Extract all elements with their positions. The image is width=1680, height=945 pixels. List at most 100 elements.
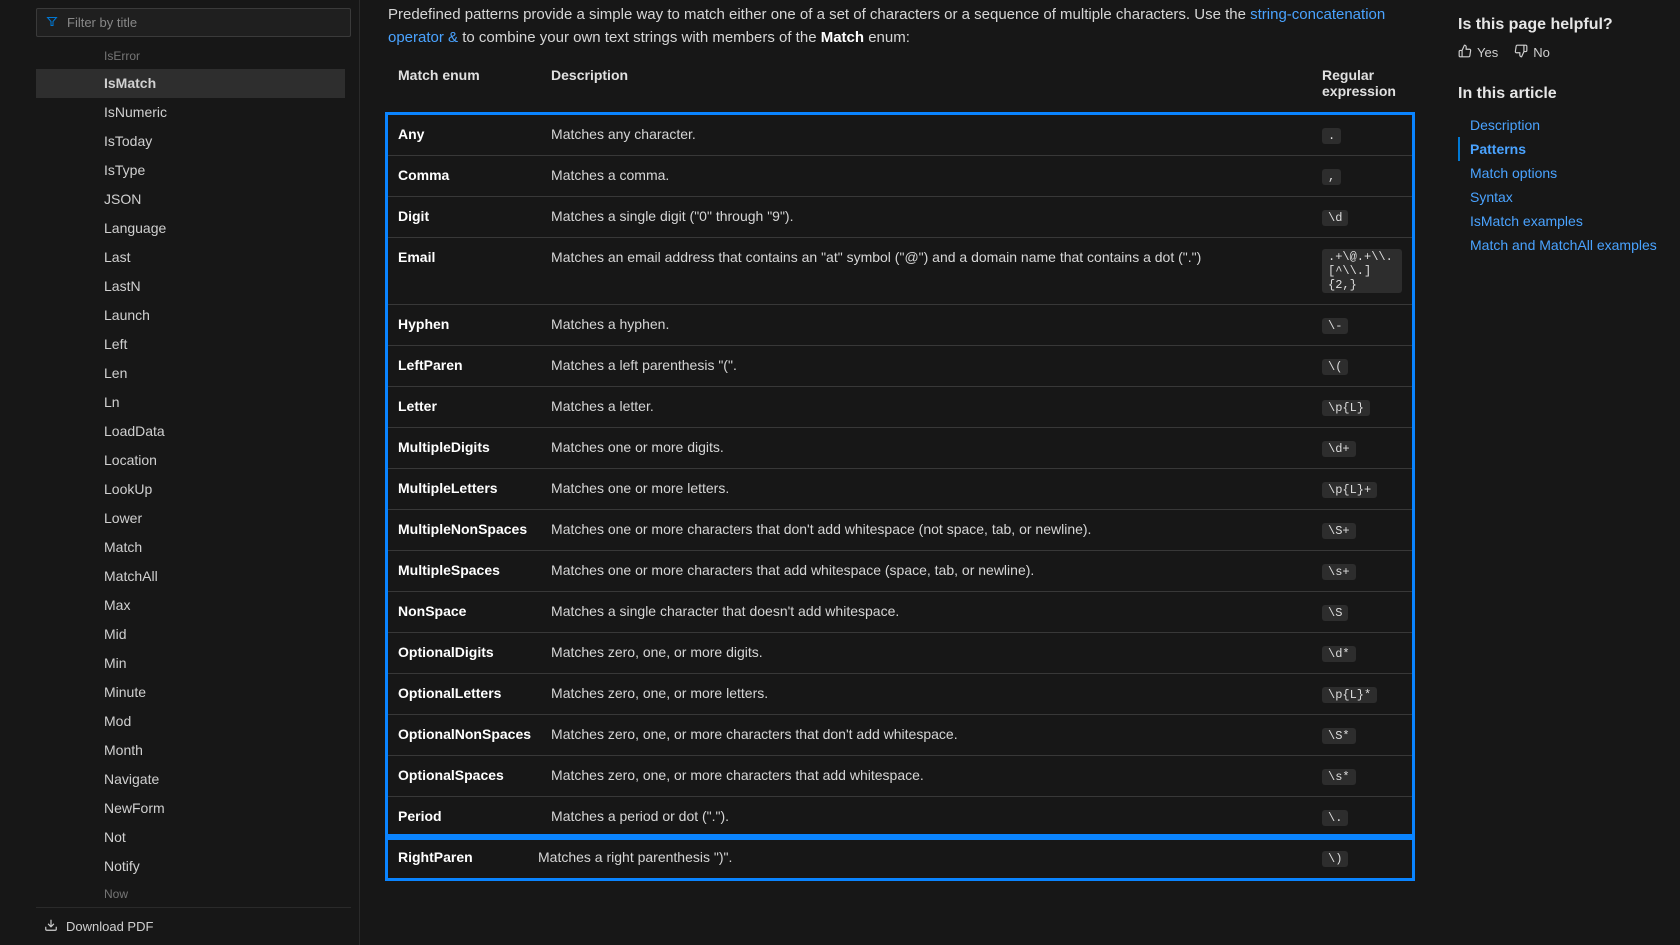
no-label: No bbox=[1533, 45, 1550, 60]
thumbs-up-icon bbox=[1458, 44, 1472, 61]
nav-item[interactable]: Launch bbox=[36, 301, 345, 330]
nav-item[interactable]: Ln bbox=[36, 388, 345, 417]
enum-cell: Digit bbox=[388, 197, 541, 238]
nav-item[interactable]: NewForm bbox=[36, 794, 345, 823]
table-row: HyphenMatches a hyphen.\- bbox=[388, 305, 1412, 346]
header-regex: Regular expression bbox=[1312, 63, 1412, 115]
table-row: CommaMatches a comma., bbox=[388, 156, 1412, 197]
enum-cell: MultipleDigits bbox=[388, 428, 541, 469]
desc-cell: Matches a single digit ("0" through "9")… bbox=[541, 197, 1312, 238]
regex-code: \d bbox=[1322, 210, 1348, 226]
nav-item[interactable]: Min bbox=[36, 649, 345, 678]
nav-item[interactable]: Left bbox=[36, 330, 345, 359]
desc-cell: Matches a letter. bbox=[541, 387, 1312, 428]
enum-cell: NonSpace bbox=[388, 592, 541, 633]
nav-scroll[interactable]: IsErrorIsMatchIsNumericIsTodayIsTypeJSON… bbox=[36, 43, 351, 907]
regex-code: \) bbox=[1322, 851, 1348, 867]
main-content: Predefined patterns provide a simple way… bbox=[360, 0, 1440, 945]
toc-item[interactable]: Match options bbox=[1458, 161, 1662, 185]
regex-cell: \S* bbox=[1312, 715, 1412, 756]
download-pdf-button[interactable]: Download PDF bbox=[36, 907, 351, 945]
regex-cell: \p{L}+ bbox=[1312, 469, 1412, 510]
toc-item[interactable]: Match and MatchAll examples bbox=[1458, 233, 1662, 257]
nav-item[interactable]: LastN bbox=[36, 272, 345, 301]
regex-cell: \) bbox=[1312, 837, 1412, 878]
enum-cell: LeftParen bbox=[388, 346, 541, 387]
enum-cell: Any bbox=[388, 115, 541, 156]
table-row: MultipleSpacesMatches one or more charac… bbox=[388, 551, 1412, 592]
table-row: MultipleDigitsMatches one or more digits… bbox=[388, 428, 1412, 469]
regex-cell: \d+ bbox=[1312, 428, 1412, 469]
nav-item[interactable]: Last bbox=[36, 243, 345, 272]
desc-cell: Matches zero, one, or more digits. bbox=[541, 633, 1312, 674]
filter-icon bbox=[46, 15, 58, 30]
nav-item[interactable]: Location bbox=[36, 446, 345, 475]
feedback-no-button[interactable]: No bbox=[1514, 44, 1550, 61]
toc-item[interactable]: Description bbox=[1458, 113, 1662, 137]
desc-cell: Matches an email address that contains a… bbox=[541, 238, 1312, 305]
regex-code: \p{L}* bbox=[1322, 687, 1377, 703]
nav-item[interactable]: JSON bbox=[36, 185, 345, 214]
regex-cell: \S bbox=[1312, 592, 1412, 633]
regex-cell: \. bbox=[1312, 797, 1412, 838]
regex-code: \S+ bbox=[1322, 523, 1356, 539]
nav-item[interactable]: Month bbox=[36, 736, 345, 765]
nav-item[interactable]: Match bbox=[36, 533, 345, 562]
enum-cell: OptionalSpaces bbox=[388, 756, 541, 797]
nav-item[interactable]: Navigate bbox=[36, 765, 345, 794]
regex-code: \d+ bbox=[1322, 441, 1356, 457]
regex-cell: \p{L} bbox=[1312, 387, 1412, 428]
regex-cell: \s* bbox=[1312, 756, 1412, 797]
regex-code: \( bbox=[1322, 359, 1348, 375]
header-enum: Match enum bbox=[388, 63, 541, 115]
table-row: DigitMatches a single digit ("0" through… bbox=[388, 197, 1412, 238]
nav-item[interactable]: Minute bbox=[36, 678, 345, 707]
nav-item[interactable]: MatchAll bbox=[36, 562, 345, 591]
desc-cell: Matches zero, one, or more letters. bbox=[541, 674, 1312, 715]
nav-item[interactable]: IsType bbox=[36, 156, 345, 185]
intro-bold: Match bbox=[821, 29, 864, 46]
filter-wrap bbox=[36, 8, 351, 37]
filter-input[interactable] bbox=[36, 8, 351, 37]
table-row: OptionalNonSpacesMatches zero, one, or m… bbox=[388, 715, 1412, 756]
nav-item[interactable]: Len bbox=[36, 359, 345, 388]
toc-item[interactable]: Syntax bbox=[1458, 185, 1662, 209]
nav-item[interactable]: Language bbox=[36, 214, 345, 243]
regex-cell: \( bbox=[1312, 346, 1412, 387]
desc-cell: Matches one or more characters that don'… bbox=[541, 510, 1312, 551]
enum-cell: MultipleLetters bbox=[388, 469, 541, 510]
enum-cell: Period bbox=[388, 797, 541, 838]
regex-code: \- bbox=[1322, 318, 1348, 334]
nav-item[interactable]: Mod bbox=[36, 707, 345, 736]
nav-item[interactable]: IsError bbox=[36, 43, 345, 69]
toc-item[interactable]: IsMatch examples bbox=[1458, 209, 1662, 233]
intro-text: enum: bbox=[868, 29, 910, 46]
nav-item[interactable]: IsNumeric bbox=[36, 98, 345, 127]
regex-code: . bbox=[1322, 128, 1341, 144]
thumbs-down-icon bbox=[1514, 44, 1528, 61]
nav-item[interactable]: Now bbox=[36, 881, 345, 907]
nav-item[interactable]: LookUp bbox=[36, 475, 345, 504]
enum-cell: OptionalNonSpaces bbox=[388, 715, 541, 756]
nav-item[interactable]: LoadData bbox=[36, 417, 345, 446]
regex-cell: .+\@.+\\.[^\\.]{2,} bbox=[1312, 238, 1412, 305]
feedback-buttons: Yes No bbox=[1458, 44, 1662, 61]
intro-text: Predefined patterns provide a simple way… bbox=[388, 6, 1250, 23]
nav-item[interactable]: IsMatch bbox=[36, 69, 345, 98]
desc-cell: Matches one or more letters. bbox=[541, 469, 1312, 510]
table-row: MultipleLettersMatches one or more lette… bbox=[388, 469, 1412, 510]
nav-item[interactable]: Notify bbox=[36, 852, 345, 881]
nav-item[interactable]: Max bbox=[36, 591, 345, 620]
enum-cell: OptionalLetters bbox=[388, 674, 541, 715]
nav-item[interactable]: IsToday bbox=[36, 127, 345, 156]
enum-cell: Comma bbox=[388, 156, 541, 197]
toc-item[interactable]: Patterns bbox=[1458, 137, 1662, 161]
table-header-row: Match enum Description Regular expressio… bbox=[388, 63, 1412, 115]
nav-item[interactable]: Mid bbox=[36, 620, 345, 649]
nav-item[interactable]: Lower bbox=[36, 504, 345, 533]
feedback-yes-button[interactable]: Yes bbox=[1458, 44, 1498, 61]
nav-item[interactable]: Not bbox=[36, 823, 345, 852]
regex-cell: \- bbox=[1312, 305, 1412, 346]
nav-list: IsErrorIsMatchIsNumericIsTodayIsTypeJSON… bbox=[36, 43, 345, 907]
desc-cell: Matches a comma. bbox=[541, 156, 1312, 197]
